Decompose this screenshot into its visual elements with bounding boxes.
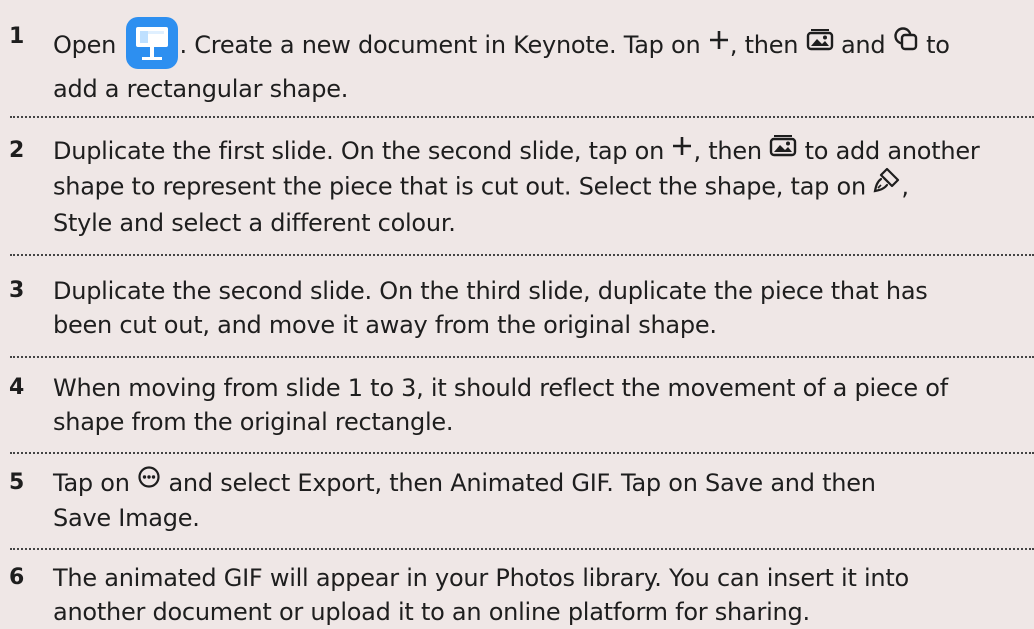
step-line: Style and select a different colour.: [53, 209, 456, 237]
text-segment: Duplicate the first slide. On the second…: [53, 137, 665, 165]
step-text: The animated GIF will appear in your Pho…: [53, 561, 1034, 629]
step-text: Open . Create a new document in Keynote.…: [53, 17, 1034, 106]
step-line: add a rectangular shape.: [53, 75, 349, 103]
plus-icon: [671, 132, 693, 166]
step-line: shape to represent the piece that is cut…: [53, 166, 1034, 206]
step-number: 1: [9, 24, 25, 49]
step-number: 5: [9, 470, 25, 495]
text-segment: ,: [901, 172, 909, 201]
step-text: Duplicate the first slide. On the second…: [53, 134, 1034, 240]
more-icon: [137, 464, 161, 498]
keynote-app-icon: [125, 17, 178, 69]
media-icon: [769, 132, 797, 166]
step-number: 3: [9, 278, 25, 303]
step-line: Save Image.: [53, 504, 200, 532]
step-number: 4: [9, 375, 25, 400]
step-line: Duplicate the first slide. On the second…: [53, 134, 1034, 169]
format-brush-icon: [873, 166, 901, 203]
step-text: When moving from slide 1 to 3, it should…: [53, 371, 1034, 439]
text-segment: , then: [693, 137, 762, 165]
text-segment: and select Export, then Animated GIF. Ta…: [168, 469, 876, 497]
step-line: Duplicate the second slide. On the third…: [53, 277, 928, 305]
text-segment: Open: [53, 31, 117, 59]
step-text: Tap on and select Export, then Animated …: [53, 466, 1034, 535]
divider: [10, 254, 1034, 256]
step-line: shape from the original rectangle.: [53, 408, 454, 436]
step-line: Tap on and select Export, then Animated …: [53, 466, 1034, 501]
divider: [10, 548, 1034, 550]
divider: [10, 116, 1034, 118]
step-line: been cut out, and move it away from the …: [53, 311, 717, 339]
divider: [10, 452, 1034, 454]
text-segment: , then: [729, 31, 799, 59]
step-line: Open . Create a new document in Keynote.…: [53, 17, 1034, 72]
step-line: another document or upload it to an onli…: [53, 598, 810, 626]
step-number: 6: [9, 565, 25, 590]
text-segment: Tap on: [53, 469, 130, 497]
text-segment: and: [840, 31, 886, 59]
divider: [10, 356, 1034, 358]
text-segment: to: [926, 31, 950, 59]
step-line: When moving from slide 1 to 3, it should…: [53, 374, 948, 402]
plus-icon: [708, 26, 730, 60]
shape-icon: [893, 26, 919, 61]
text-segment: shape to represent the piece that is cut…: [53, 172, 866, 201]
text-segment: . Create a new document in Keynote. Tap …: [179, 31, 701, 59]
media-icon: [806, 26, 834, 60]
step-line: The animated GIF will appear in your Pho…: [53, 564, 909, 592]
step-number: 2: [9, 138, 25, 163]
text-segment: to add another: [804, 137, 980, 165]
step-text: Duplicate the second slide. On the third…: [53, 274, 1034, 342]
